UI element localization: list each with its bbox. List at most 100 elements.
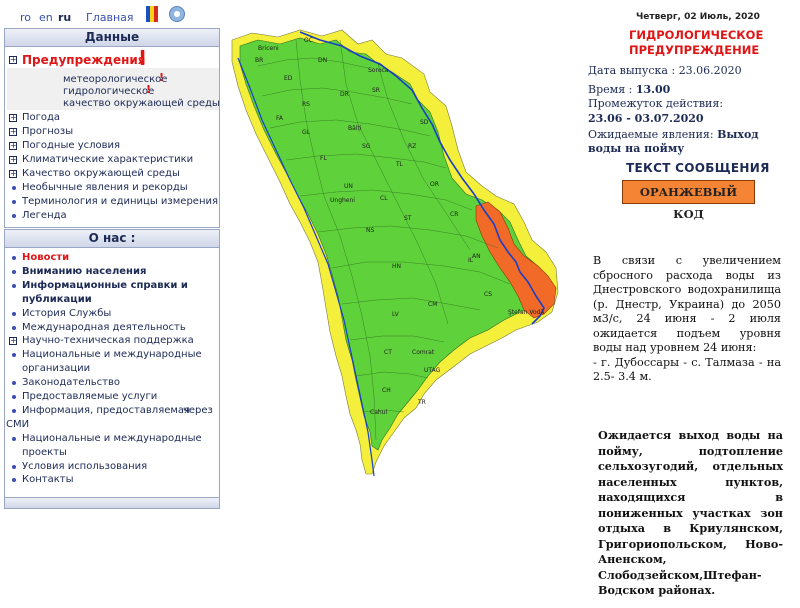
period-label: Промежуток действия: xyxy=(588,97,724,110)
district-label: RZ xyxy=(408,143,416,150)
data-menu-item[interactable]: Легенда xyxy=(22,210,67,222)
hydrological-exclamation-icon: ! xyxy=(146,83,152,96)
message-bold-body: Ожидается выход воды на пойму, подтоплен… xyxy=(598,428,783,597)
data-menu-item[interactable]: Погодные условия xyxy=(22,140,120,152)
data-menu-item[interactable]: Терминология и единицы измерения xyxy=(22,196,218,208)
district-label: SR xyxy=(372,87,380,94)
home-link[interactable]: Главная xyxy=(86,11,134,24)
data-panel-title: Данные xyxy=(5,29,219,47)
data-menu-item[interactable]: Необычные явления и рекорды xyxy=(22,182,188,194)
issue-time-value: 13.00 xyxy=(635,83,671,96)
warning-environment-link[interactable]: качество окружающей среды xyxy=(63,98,220,109)
warnings-link[interactable]: Предупреждения xyxy=(22,54,145,66)
message-body-line: - г. Дубоссары - с. Талмаза - на 2.5- 3.… xyxy=(593,355,781,384)
meteorological-exclamation-icon: ! xyxy=(159,71,165,84)
about-menu-item[interactable]: Вниманию населения xyxy=(22,266,146,278)
district-label: Cahul xyxy=(370,409,387,416)
expand-icon[interactable]: + xyxy=(9,142,17,150)
moldova-flag-icon[interactable] xyxy=(146,6,158,22)
district-label: CM xyxy=(428,301,437,308)
district-label: CR xyxy=(450,211,458,218)
orange-code-button[interactable]: ОРАНЖЕВЫЙ КОД xyxy=(622,180,755,221)
issue-date-value: 23.06.2020 xyxy=(678,64,742,77)
district-label: Bălți xyxy=(348,125,362,132)
bullet-icon xyxy=(12,186,16,190)
bullet-icon xyxy=(12,283,16,288)
warning-hydrological-link[interactable]: гидрологическое xyxy=(63,86,154,97)
district-label: Briceni xyxy=(258,45,279,52)
about-menu-item[interactable]: Условия использования xyxy=(22,461,147,473)
district-label: CT xyxy=(384,349,392,356)
district-label: OC xyxy=(304,37,313,44)
bullet-icon xyxy=(12,408,16,413)
district-label: LV xyxy=(392,311,400,318)
district-label: FL xyxy=(320,155,327,162)
district-label: DN xyxy=(318,57,327,64)
expand-warnings-icon[interactable]: + xyxy=(9,56,17,64)
about-menu-item[interactable]: публикации xyxy=(22,294,92,306)
warning-meteorological-link[interactable]: метеорологическое xyxy=(63,74,167,85)
about-menu-item[interactable]: История Службы xyxy=(22,308,111,320)
about-menu-item[interactable]: Информация, предоставляемая xyxy=(22,405,190,417)
lang-ru-link[interactable]: ru xyxy=(58,11,71,24)
data-menu-item[interactable]: Погода xyxy=(22,112,60,124)
district-label: NS xyxy=(366,227,374,234)
about-menu-item[interactable]: Контакты xyxy=(22,474,73,486)
un-logo-icon[interactable] xyxy=(169,6,185,22)
district-label: TL xyxy=(395,161,404,168)
district-label: RS xyxy=(302,101,310,108)
district-label: GL xyxy=(302,129,311,136)
about-menu-item[interactable]: Научно-техническая поддержка xyxy=(22,335,194,347)
expand-icon[interactable]: + xyxy=(9,128,17,136)
bullet-icon xyxy=(12,200,16,204)
bullet-icon xyxy=(12,311,16,316)
issue-date-label: Дата выпуска : xyxy=(588,64,679,77)
bullet-icon xyxy=(12,478,16,483)
issue-time: Время : 13.00 xyxy=(588,83,670,96)
district-label: Ştefan Vodă xyxy=(508,309,544,316)
district-label: CH xyxy=(382,387,391,394)
about-menu-item-extra[interactable]: через xyxy=(183,405,213,417)
district-label: BR xyxy=(255,57,263,64)
moldova-warning-map[interactable]: OC Briceni BR DN ED DR RS SR Soroca FL SG FA Bălți GL… xyxy=(222,26,582,486)
bullet-icon xyxy=(12,436,16,441)
about-menu-item[interactable]: организации xyxy=(22,363,90,375)
about-panel-title: О нас : xyxy=(5,230,219,248)
about-menu-item[interactable]: Информационные справки и xyxy=(22,280,188,292)
about-menu-item[interactable]: Законодательство xyxy=(22,377,120,389)
expand-icon[interactable]: + xyxy=(9,170,17,178)
message-body: В связи с увеличением сбросного расхода … xyxy=(593,254,781,385)
lang-ro-link[interactable]: ro xyxy=(20,11,31,24)
expand-icon[interactable]: + xyxy=(9,337,17,346)
data-menu-item[interactable]: Качество окружающей среды xyxy=(22,168,180,180)
lang-en-link[interactable]: en xyxy=(39,11,53,24)
data-menu-item[interactable]: Прогнозы xyxy=(22,126,73,138)
district-label: Comrat xyxy=(412,349,435,356)
message-title: ТЕКСТ СООБЩЕНИЯ xyxy=(626,161,770,175)
about-menu-item[interactable]: Национальные и международные xyxy=(22,433,202,445)
district-label: SG xyxy=(362,143,371,150)
district-label: Ungheni xyxy=(330,197,355,204)
about-menu-item[interactable]: проекты xyxy=(22,447,67,459)
about-menu-item[interactable]: Международная деятельность xyxy=(22,322,186,334)
top-bar: ro en ru Главная xyxy=(0,0,220,26)
data-menu-item[interactable]: Климатические характеристики xyxy=(22,154,193,166)
issue-date: Дата выпуска : 23.06.2020 xyxy=(588,64,742,77)
district-label: FA xyxy=(276,115,284,122)
district-label: CL xyxy=(380,195,388,202)
district-label: UTAG xyxy=(424,367,441,374)
message-body-text: В связи с увеличением сбросного расхода … xyxy=(593,254,781,354)
district-label: HN xyxy=(392,263,401,270)
bullet-icon xyxy=(12,353,16,358)
about-menu-item[interactable]: Национальные и международные xyxy=(22,349,202,361)
bullet-icon xyxy=(12,256,16,260)
expand-icon[interactable]: + xyxy=(9,156,17,164)
about-menu-item[interactable]: Новости xyxy=(22,252,69,264)
expand-icon[interactable]: + xyxy=(9,114,17,122)
district-label: UN xyxy=(344,183,353,190)
period-value: 23.06 - 03.07.2020 xyxy=(588,112,704,125)
about-menu-item[interactable]: Предоставляемые услуги xyxy=(22,391,157,403)
bullet-icon xyxy=(12,325,16,330)
district-label: OR xyxy=(430,181,439,188)
about-menu-item[interactable]: СМИ xyxy=(6,419,29,431)
